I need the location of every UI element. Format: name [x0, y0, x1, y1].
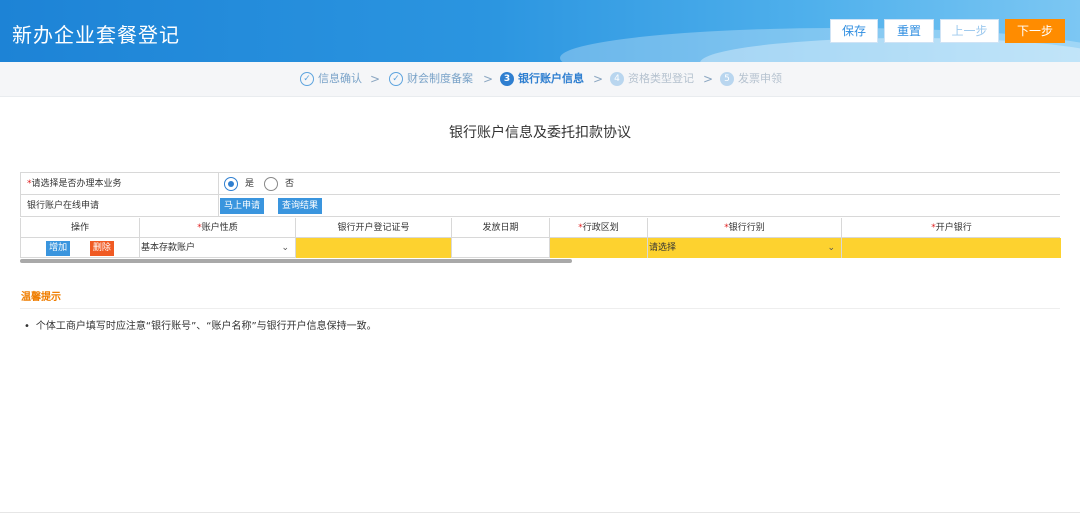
next-step-button[interactable]: 下一步: [1005, 19, 1065, 43]
step-indicator: ✓ 信息确认 > ✓ 财会制度备案 > 3 银行账户信息 > 4 资格类型登记 > 5发…: [0, 62, 1080, 97]
col-header-region: *行政区划: [550, 218, 648, 238]
header-bar: 新办企业套餐登记 保存 重置 上一步 下一步: [0, 0, 1080, 62]
divider: [0, 512, 1080, 513]
op-cell: 增加 删除: [21, 238, 140, 258]
col-header-bank: *开户银行: [842, 218, 1061, 238]
bank-input[interactable]: [842, 238, 1061, 258]
step-number-icon: 4: [610, 72, 624, 86]
app-title: 新办企业套餐登记: [12, 23, 180, 47]
radio-no[interactable]: [264, 177, 278, 191]
col-header-text: 银行行别: [728, 223, 765, 233]
issue-date-input[interactable]: [452, 238, 550, 258]
step-label: 信息确认: [318, 72, 362, 85]
radio-yes[interactable]: [224, 177, 238, 191]
account-type-select[interactable]: 基本存款账户 ⌄: [140, 238, 296, 258]
region-input[interactable]: [550, 238, 648, 258]
chevron-down-icon: ⌄: [281, 243, 289, 253]
select-value: 请选择: [649, 243, 677, 253]
step-accounting-filing[interactable]: ✓ 财会制度备案: [389, 71, 473, 87]
step-number-icon: 5: [720, 72, 734, 86]
horizontal-scrollbar[interactable]: [20, 259, 572, 263]
chevron-right-icon: >: [370, 72, 381, 86]
field-label-text: 请选择是否办理本业务: [31, 179, 122, 189]
table-header-row: 操作 *账户性质 银行开户登记证号 发放日期 *行政区划 *银行行别 *开户银行: [21, 218, 1060, 238]
radio-yes-label: 是: [245, 179, 255, 189]
reset-button[interactable]: 重置: [884, 19, 934, 43]
field-label: *请选择是否办理本业务: [21, 173, 219, 195]
step-invoice[interactable]: 5 发票申领: [720, 71, 782, 87]
bank-category-select[interactable]: 请选择 ⌄: [648, 238, 842, 258]
table-row: 增加 删除 基本存款账户 ⌄ 请选择 ⌄: [21, 238, 1061, 258]
chevron-right-icon: >: [703, 72, 714, 86]
step-number-icon: 3: [500, 72, 514, 86]
prev-step-button[interactable]: 上一步: [940, 19, 999, 43]
col-header-op: 操作: [21, 218, 140, 238]
divider: [20, 308, 1060, 309]
save-button[interactable]: 保存: [830, 19, 878, 43]
query-result-button[interactable]: 查询结果: [278, 198, 323, 214]
business-form: *请选择是否办理本业务 是 否 银行账户在线申请 马上申请 查询结果: [20, 172, 1060, 217]
col-header-type: *账户性质: [140, 218, 296, 238]
bank-account-table: 操作 *账户性质 银行开户登记证号 发放日期 *行政区划 *银行行别 *开户银行…: [20, 218, 1061, 258]
step-label: 发票申领: [738, 72, 782, 85]
cert-number-input[interactable]: [296, 238, 452, 258]
chevron-right-icon: >: [483, 72, 494, 86]
chevron-right-icon: >: [593, 72, 604, 86]
col-header-text: 账户性质: [201, 223, 238, 233]
step-label: 银行账户信息: [518, 72, 584, 85]
check-circle-icon: ✓: [300, 72, 314, 86]
chevron-down-icon: ⌄: [827, 243, 835, 253]
step-info-confirm[interactable]: ✓ 信息确认: [300, 71, 362, 87]
col-header-date: 发放日期: [452, 218, 550, 238]
field-label: 银行账户在线申请: [21, 195, 219, 217]
tip-item: 个体工商户填写时应注意“银行账号”、“账户名称”与银行开户信息保持一致。: [24, 317, 377, 332]
page-title: 银行账户信息及委托扣款协议: [449, 125, 631, 141]
step-qualification[interactable]: 4 资格类型登记: [610, 71, 694, 87]
col-header-bank-category: *银行行别: [648, 218, 842, 238]
tips-title: 温馨提示: [21, 292, 61, 303]
step-label: 资格类型登记: [628, 72, 694, 85]
check-circle-icon: ✓: [389, 72, 403, 86]
add-row-button[interactable]: 增加: [46, 241, 71, 256]
step-label: 财会制度备案: [407, 72, 473, 85]
select-value: 基本存款账户: [141, 243, 196, 253]
col-header-text: 开户银行: [935, 223, 972, 233]
form-row-online-apply: 银行账户在线申请 马上申请 查询结果: [20, 195, 1060, 217]
apply-now-button[interactable]: 马上申请: [220, 198, 265, 214]
col-header-cert: 银行开户登记证号: [296, 218, 452, 238]
radio-no-label: 否: [285, 179, 295, 189]
col-header-text: 行政区划: [582, 223, 619, 233]
delete-row-button[interactable]: 删除: [89, 241, 114, 256]
step-bank-account[interactable]: 3 银行账户信息: [500, 71, 584, 87]
form-row-handle-business: *请选择是否办理本业务 是 否: [20, 173, 1060, 195]
